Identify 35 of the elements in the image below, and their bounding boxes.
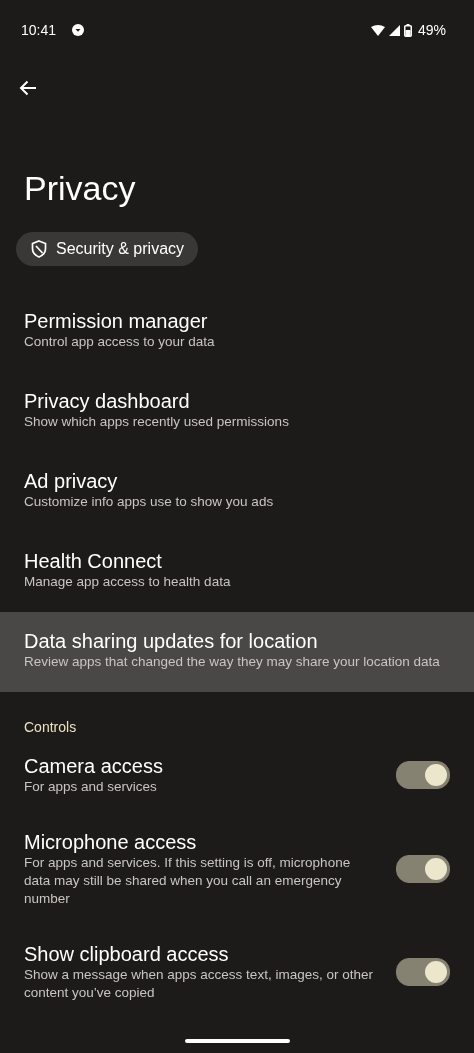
item-title: Privacy dashboard — [24, 389, 191, 413]
wifi-icon — [370, 24, 385, 36]
status-time: 10:41 — [21, 22, 57, 38]
control-title: Camera access — [24, 754, 164, 778]
settings-item[interactable]: Data sharing updates for location Review apps that changed the way they may share your location data — [0, 612, 474, 692]
settings-item[interactable]: Ad privacy Customize info apps use to show you ads — [0, 452, 474, 532]
page-title: Privacy — [24, 168, 137, 209]
back-arrow-icon — [19, 80, 37, 96]
battery-percentage: 49% — [417, 22, 446, 38]
control-title: Microphone access — [24, 830, 198, 854]
item-subtitle: Control app access to your data — [24, 333, 216, 351]
item-title: Data sharing updates for location — [24, 629, 319, 653]
control-subtitle: Show a message when apps access text, images, or other content you’ve copied — [24, 966, 374, 1002]
item-title: Permission manager — [24, 309, 209, 333]
notification-icon — [72, 24, 85, 36]
toggle-switch[interactable] — [396, 761, 450, 789]
settings-item[interactable]: Health Connect Manage app access to health data — [0, 532, 474, 612]
item-title: Health Connect — [24, 549, 163, 573]
section-header: Controls — [24, 718, 78, 737]
toggle-switch[interactable] — [396, 958, 450, 986]
item-subtitle: Show which apps recently used permissions — [24, 413, 290, 431]
control-subtitle: For apps and services. If this setting is off, microphone data may still be shared when you call an emergency number — [24, 854, 352, 908]
item-title: Ad privacy — [24, 469, 119, 493]
shield-icon — [31, 240, 47, 258]
settings-item[interactable]: Permission manager Control app access to your data — [0, 292, 474, 372]
control-title: Show clipboard access — [24, 942, 230, 966]
item-subtitle: Customize info apps use to show you ads — [24, 493, 275, 511]
security-privacy-chip[interactable]: Security & privacy — [16, 232, 199, 266]
battery-icon — [403, 23, 412, 37]
item-subtitle: Review apps that changed the way they may share your location data — [24, 653, 441, 671]
toggle-switch[interactable] — [396, 855, 450, 883]
signal-icon — [388, 24, 400, 36]
item-subtitle: Manage app access to health data — [24, 573, 232, 591]
control-subtitle: For apps and services — [24, 778, 158, 796]
settings-item[interactable]: Privacy dashboard Show which apps recently used permissions — [0, 372, 474, 452]
